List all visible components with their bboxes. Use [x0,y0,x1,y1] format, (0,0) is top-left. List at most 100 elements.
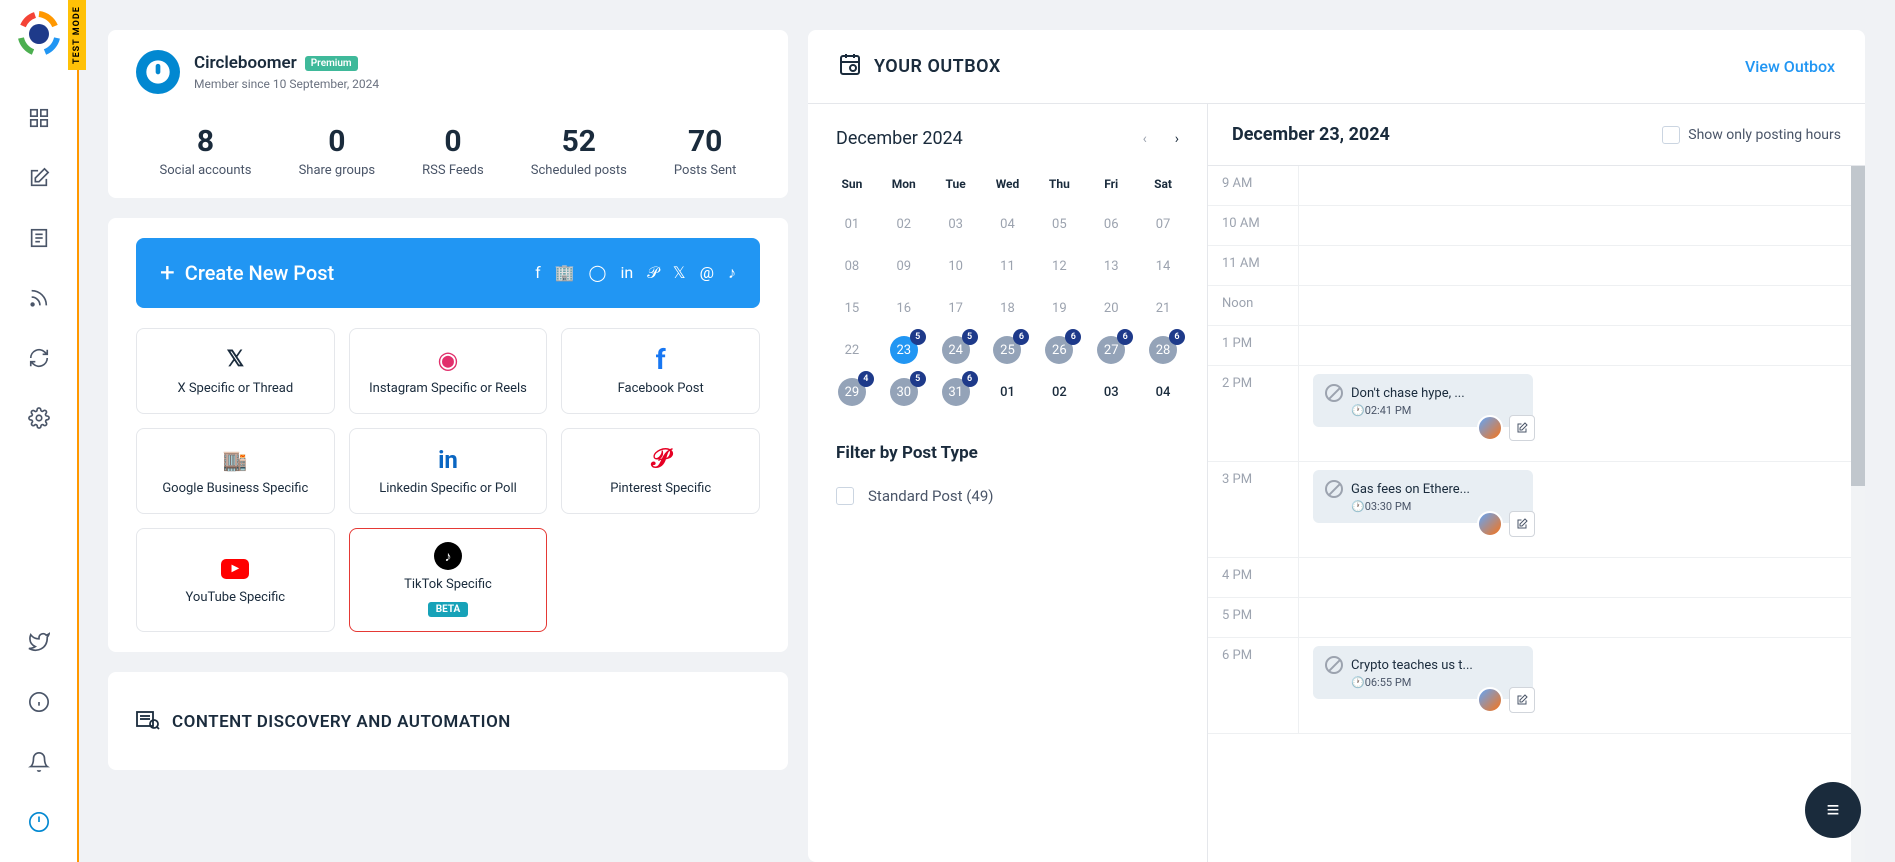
cal-day-22[interactable]: 22 [826,329,878,371]
nav-settings[interactable] [19,398,59,438]
cal-day-09[interactable]: 09 [878,245,930,287]
tile-label: YouTube Specific [186,590,286,605]
stat-number: 52 [531,124,627,159]
cal-day-28[interactable]: 286 [1137,329,1189,371]
tile-pin[interactable]: 𝒫Pinterest Specific [561,428,760,514]
timeline-row: 11 AM [1208,246,1865,286]
show-posting-hours-toggle[interactable]: Show only posting hours [1662,126,1841,144]
yt-icon: ▶ [221,556,249,582]
app-logo[interactable] [15,10,63,58]
cal-day-02[interactable]: 02 [1033,371,1085,413]
cal-day-30[interactable]: 305 [878,371,930,413]
profile-name: Circleboomer [194,53,297,73]
sidebar: TEST MODE [0,0,78,862]
scrollbar[interactable] [1851,166,1865,862]
timeline-row: 6 PMCrypto teaches us t...🕐06:55 PM [1208,638,1865,734]
outbox-panel: YOUR OUTBOX View Outbox December 2024 ‹ … [808,30,1865,862]
nav-dashboard[interactable] [19,98,59,138]
google-business-icon: 🏢 [555,263,575,283]
plus-icon: + [160,258,175,288]
nav-notifications[interactable] [19,742,59,782]
cal-day-25[interactable]: 256 [982,329,1034,371]
tile-gb[interactable]: 🏬Google Business Specific [136,428,335,514]
cal-day-14[interactable]: 14 [1137,245,1189,287]
cal-day-18[interactable]: 18 [982,287,1034,329]
scroll-thumb[interactable] [1851,166,1865,486]
cal-day-17[interactable]: 17 [930,287,982,329]
edit-post-button[interactable] [1509,687,1535,713]
create-title: Create New Post [185,261,334,285]
cal-day-07[interactable]: 07 [1137,203,1189,245]
cal-day-27[interactable]: 276 [1085,329,1137,371]
cal-day-24[interactable]: 245 [930,329,982,371]
scheduled-post[interactable]: Don't chase hype, ...🕐02:41 PM [1313,374,1533,427]
content-discovery-card: CONTENT DISCOVERY AND AUTOMATION [108,672,788,770]
stat-1: 0Share groups [299,124,376,178]
tile-label: Facebook Post [618,381,704,396]
cal-day-15[interactable]: 15 [826,287,878,329]
filter-standard-post[interactable]: Standard Post (49) [836,487,1179,505]
edit-post-button[interactable] [1509,511,1535,537]
cal-day-05[interactable]: 05 [1033,203,1085,245]
cal-dow: Tue [930,169,982,203]
tile-tk[interactable]: ♪TikTok SpecificBETA [349,528,548,632]
cal-day-04[interactable]: 04 [1137,371,1189,413]
cal-day-03[interactable]: 03 [1085,371,1137,413]
cal-day-23[interactable]: 235 [878,329,930,371]
create-post-card: +Create New Post f 🏢 ◯ in 𝒫 𝕏 @ ♪ 𝕏X Spe… [108,218,788,652]
cal-day-06[interactable]: 06 [1085,203,1137,245]
nav-info[interactable] [19,682,59,722]
nav-power[interactable] [19,802,59,842]
cal-day-11[interactable]: 11 [982,245,1034,287]
nav-compose[interactable] [19,158,59,198]
cal-day-16[interactable]: 16 [878,287,930,329]
cal-day-21[interactable]: 21 [1137,287,1189,329]
stat-0: 8Social accounts [160,124,252,178]
accent-line [77,0,79,862]
cal-day-31[interactable]: 316 [930,371,982,413]
cal-day-04[interactable]: 04 [982,203,1034,245]
stat-number: 8 [160,124,252,159]
tile-ig[interactable]: ◉Instagram Specific or Reels [349,328,548,414]
cal-day-02[interactable]: 02 [878,203,930,245]
pinterest-icon: 𝒫 [647,263,659,283]
nav-recycle[interactable] [19,338,59,378]
prev-month-button[interactable]: ‹ [1143,131,1147,147]
stat-number: 0 [422,124,484,159]
cal-day-10[interactable]: 10 [930,245,982,287]
cal-day-01[interactable]: 01 [982,371,1034,413]
cal-day-12[interactable]: 12 [1033,245,1085,287]
cal-day-13[interactable]: 13 [1085,245,1137,287]
view-outbox-link[interactable]: View Outbox [1745,57,1835,76]
cal-day-01[interactable]: 01 [826,203,878,245]
cal-day-29[interactable]: 294 [826,371,878,413]
create-new-post-button[interactable]: +Create New Post f 🏢 ◯ in 𝒫 𝕏 @ ♪ [136,238,760,308]
nav-posts[interactable] [19,218,59,258]
cal-day-19[interactable]: 19 [1033,287,1085,329]
nav-twitter[interactable] [19,622,59,662]
fab-menu-button[interactable]: ≡ [1805,782,1861,838]
cal-day-08[interactable]: 08 [826,245,878,287]
scheduled-post[interactable]: Gas fees on Ethere...🕐03:30 PM [1313,470,1533,523]
cal-day-20[interactable]: 20 [1085,287,1137,329]
timeline-hour: 2 PM [1208,366,1298,461]
nav-rss[interactable] [19,278,59,318]
fb-icon: f [656,347,666,373]
stat-label: Posts Sent [674,163,736,178]
next-month-button[interactable]: › [1175,131,1179,147]
cal-day-26[interactable]: 266 [1033,329,1085,371]
instagram-icon: ◯ [589,263,607,283]
cal-badge: 6 [1013,329,1029,345]
checkbox[interactable] [1662,126,1680,144]
scheduled-post[interactable]: Crypto teaches us t...🕐06:55 PM [1313,646,1533,699]
tile-yt[interactable]: ▶ YouTube Specific [136,528,335,632]
checkbox[interactable] [836,487,854,505]
post-text: Crypto teaches us t... [1351,658,1473,673]
timeline-pane: December 23, 2024 Show only posting hour… [1208,104,1865,862]
tile-x[interactable]: 𝕏X Specific or Thread [136,328,335,414]
edit-post-button[interactable] [1509,415,1535,441]
tile-li[interactable]: inLinkedin Specific or Poll [349,428,548,514]
tile-fb[interactable]: f Facebook Post [561,328,760,414]
timeline-date: December 23, 2024 [1232,124,1390,145]
cal-day-03[interactable]: 03 [930,203,982,245]
